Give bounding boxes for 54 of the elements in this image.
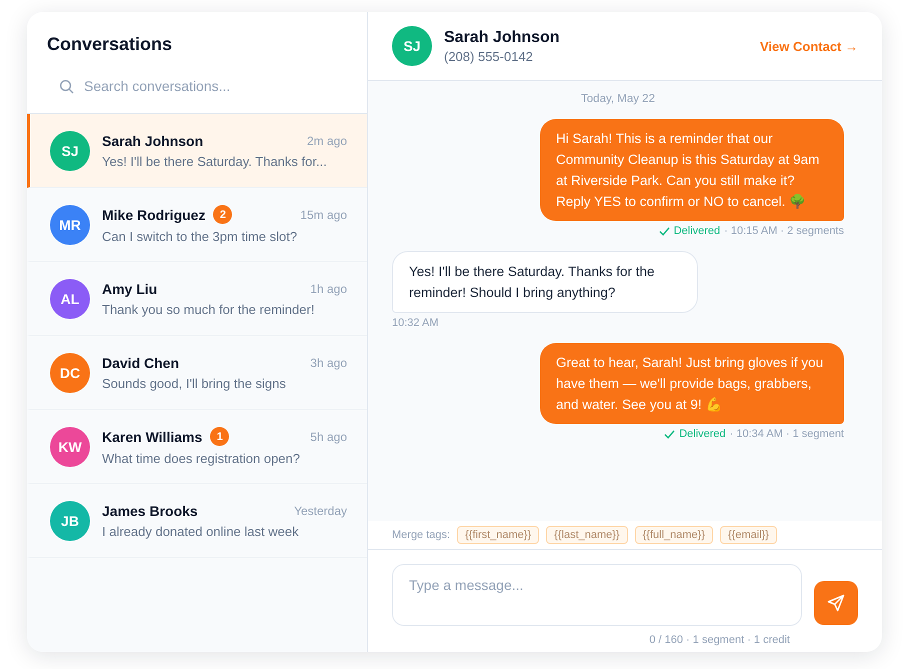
check-icon: [658, 226, 670, 236]
message-bubble: Yes! I'll be there Saturday. Thanks for the reminder! Should I bring anything?: [392, 251, 698, 313]
contact-name: James Brooks: [102, 502, 198, 518]
message-preview: Can I switch to the 3pm time slot?: [102, 229, 298, 244]
message-preview: Thank you so much for the reminder!: [102, 302, 316, 316]
date-separator: Today, May 22: [580, 93, 656, 105]
avatar: AL: [50, 278, 90, 318]
message-input[interactable]: Type a message...: [392, 564, 802, 626]
contact-name: Sarah Johnson: [102, 132, 204, 148]
avatar: KW: [50, 426, 90, 466]
contact-name: Mike Rodriguez: [102, 206, 206, 222]
message-time: 1h ago: [310, 282, 347, 296]
phone-number: (208) 555-0142: [444, 48, 534, 64]
conversation-item[interactable]: KW Karen Williams 1 5h ago What time does registration open?: [27, 410, 367, 484]
message-time: 15m ago: [300, 208, 347, 222]
avatar: MR: [50, 204, 90, 244]
search-field[interactable]: Search conversations...: [82, 77, 326, 95]
avatar: DC: [50, 352, 90, 392]
conversation-item[interactable]: DC David Chen 3h ago Sounds good, I'll bring the signs: [27, 336, 367, 410]
message-preview: Sounds good, I'll bring the signs: [102, 376, 287, 390]
contact-name: Sarah Johnson: [444, 28, 560, 46]
avatar: SJ: [392, 26, 432, 66]
conversation-item[interactable]: AL Amy Liu 1h ago Thank you so much for the reminder!: [27, 262, 367, 336]
message-preview: What time does registration open?: [102, 451, 301, 466]
message-time: 5h ago: [310, 430, 347, 444]
send-button[interactable]: [814, 581, 858, 625]
contact-name: Karen Williams: [102, 428, 202, 444]
message-time: 2m ago: [306, 134, 347, 148]
check-icon: [664, 428, 676, 440]
message-bubble: Great to hear, Sarah! Just bring gloves if you have them — we'll provide bags, grabbers, and water. See you at 9! 💪: [540, 343, 844, 424]
delivery-status: Delivered: [674, 225, 720, 237]
conversation-item[interactable]: MR Mike Rodriguez 2 15m ago Can I switch to the 3pm time slot?: [27, 188, 367, 262]
delivery-status: Delivered: [679, 428, 726, 440]
conversation-item[interactable]: SJ Sarah Johnson 2m ago Yes! I'll be there Saturday. Thanks for...: [27, 114, 367, 188]
message-meta: · 10:15 AM · 2 segments: [724, 225, 844, 237]
message-meta: · 10:34 AM · 1 segment: [730, 428, 844, 440]
unread-count: 1: [210, 427, 230, 446]
conversation-item[interactable]: JB James Brooks Yesterday I already donated online last week: [27, 484, 367, 558]
search-icon: [59, 78, 74, 94]
message-preview: Yes! I'll be there Saturday. Thanks for...: [102, 154, 328, 168]
message-time: 3h ago: [310, 356, 347, 370]
merge-tags-label: Merge tags:: [392, 529, 450, 541]
message-meta: 10:32 AM: [392, 317, 438, 329]
unread-count: 2: [213, 205, 232, 224]
contact-name: Amy Liu: [102, 280, 158, 296]
message-time: Yesterday: [294, 504, 347, 518]
avatar: JB: [50, 500, 90, 540]
contact-name: David Chen: [102, 354, 180, 370]
message-preview: I already donated online last week: [102, 524, 300, 538]
avatar: SJ: [50, 130, 90, 170]
character-counter: 0 / 160 · 1 segment · 1 credit: [648, 633, 791, 648]
sidebar-title: Conversations: [47, 34, 174, 55]
send-icon: [826, 593, 846, 613]
message-bubble: Hi Sarah! This is a reminder that our Community Cleanup is this Saturday at 9am at Riverside Park. Can you still make it? Reply YES to confirm or NO to cancel. 🌳: [540, 119, 844, 221]
